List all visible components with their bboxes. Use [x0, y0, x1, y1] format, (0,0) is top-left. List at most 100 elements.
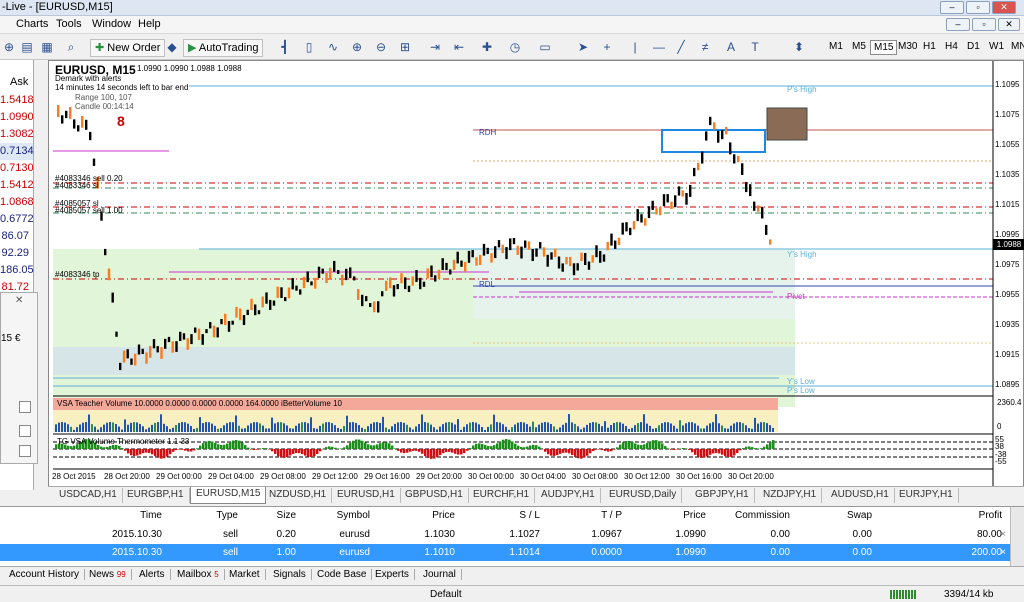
market-watch-ask-price[interactable]: 1.0868: [0, 194, 34, 211]
crosshair-settings-icon[interactable]: ⊕: [0, 38, 18, 56]
market-watch-icon[interactable]: ▤: [18, 38, 36, 56]
chart-tab[interactable]: EURUSD,M15: [190, 487, 267, 504]
chart-tab[interactable]: GBPJPY,H1: [690, 488, 755, 503]
chart-tab[interactable]: NZDUSD,H1: [264, 488, 333, 503]
cursor-icon[interactable]: ➤: [574, 38, 592, 56]
column-header[interactable]: T / P: [542, 509, 622, 525]
periods-icon[interactable]: ◷: [506, 38, 524, 56]
column-header[interactable]: Symbol: [290, 509, 370, 525]
tab-alerts[interactable]: Alerts: [134, 569, 171, 580]
scroll-button[interactable]: [19, 425, 31, 437]
trade-row[interactable]: 2015.10.30 19:37:04sell0.20eurusd1.10301…: [0, 526, 1010, 557]
timeframe-h1[interactable]: H1: [920, 40, 939, 53]
menu-tools[interactable]: Tools: [56, 18, 82, 30]
timeframe-mn[interactable]: MN: [1008, 40, 1024, 53]
tab-market[interactable]: Market: [224, 569, 266, 580]
chart-tab[interactable]: EURUSD,Daily: [604, 488, 683, 503]
column-header[interactable]: Swap: [792, 509, 872, 525]
line-chart-icon[interactable]: ∿: [324, 38, 342, 56]
menu-window[interactable]: Window: [92, 18, 131, 30]
chart-tab[interactable]: GBPUSD,H1: [400, 488, 469, 503]
zoom-out-icon[interactable]: ⊖: [372, 38, 390, 56]
tab-mailbox[interactable]: Mailbox 5: [172, 569, 225, 580]
data-window-icon[interactable]: ▦: [38, 38, 56, 56]
crosshair-icon[interactable]: +: [598, 38, 616, 56]
child-minimize-button[interactable]: –: [946, 18, 970, 31]
horizontal-line-icon[interactable]: —: [650, 38, 668, 56]
column-header[interactable]: S / L: [460, 509, 540, 525]
metaeditor-icon[interactable]: ◆: [163, 38, 181, 56]
close-order-icon[interactable]: ×: [994, 526, 1006, 543]
text-label-icon[interactable]: T: [746, 38, 764, 56]
indicators-icon[interactable]: ✚: [478, 38, 496, 56]
market-watch-ask-price[interactable]: 1.3082: [0, 126, 34, 143]
chart-tab[interactable]: AUDJPY,H1: [536, 488, 601, 503]
chart-window[interactable]: EURUSD, M15 1.0990 1.0990 1.0988 1.0988 …: [48, 60, 1024, 491]
arrows-icon[interactable]: ⬍: [790, 38, 808, 56]
tab-signals[interactable]: Signals: [268, 569, 312, 580]
chart-tab[interactable]: USDCAD,H1: [54, 488, 123, 503]
text-icon[interactable]: A: [722, 38, 740, 56]
column-header[interactable]: Time: [82, 509, 162, 525]
chart-tab[interactable]: EURGBP,H1: [122, 488, 190, 503]
tab-news[interactable]: News 99: [84, 569, 132, 580]
column-header[interactable]: Price: [626, 509, 706, 525]
channel-icon[interactable]: ≠: [696, 38, 714, 56]
column-header[interactable]: Profit: [922, 509, 1002, 525]
vertical-line-icon[interactable]: |: [626, 38, 644, 56]
terminal-scrollbar[interactable]: [1010, 507, 1024, 567]
close-button[interactable]: ✕: [992, 1, 1016, 14]
market-watch-ask-price[interactable]: 1.5412: [0, 177, 34, 194]
price-chart[interactable]: [49, 61, 1024, 491]
bar-chart-icon[interactable]: ┫: [276, 38, 294, 56]
new-order-button[interactable]: ✚ New Order: [90, 39, 166, 57]
trade-row[interactable]: 2015.10.30 21:30:22sell1.00eurusd1.10101…: [0, 544, 1010, 575]
market-watch-ask-price[interactable]: 0.7134: [0, 143, 34, 160]
candlestick-icon[interactable]: ▯: [300, 38, 318, 56]
timeframe-m5[interactable]: M5: [849, 40, 869, 53]
timeframe-d1[interactable]: D1: [964, 40, 983, 53]
auto-scroll-icon[interactable]: ⇥: [426, 38, 444, 56]
market-watch-ask-price[interactable]: 186.05: [0, 262, 34, 279]
chart-tab[interactable]: EURJPY,H1: [894, 488, 959, 503]
chart-tab[interactable]: AUDUSD,H1: [826, 488, 895, 503]
scroll-button[interactable]: [19, 445, 31, 457]
menu-help[interactable]: Help: [138, 18, 161, 30]
templates-icon[interactable]: ▭: [536, 38, 554, 56]
menu-charts[interactable]: Charts: [16, 18, 48, 30]
column-header[interactable]: Size: [216, 509, 296, 525]
tab-experts[interactable]: Experts: [370, 569, 415, 580]
market-watch-ask-price[interactable]: 1.5418: [0, 92, 34, 109]
market-watch-ask-price[interactable]: 0.6772: [0, 211, 34, 228]
timeframe-m1[interactable]: M1: [826, 40, 846, 53]
market-watch-ask-price[interactable]: 92.29: [0, 245, 33, 262]
maximize-button[interactable]: ▫: [966, 1, 990, 14]
column-header[interactable]: Commission: [710, 509, 790, 525]
timeframe-m15[interactable]: M15: [870, 40, 898, 55]
close-order-icon[interactable]: ×: [994, 544, 1006, 561]
autotrading-button[interactable]: ▶ AutoTrading: [183, 39, 264, 57]
chart-shift-icon[interactable]: ⇤: [450, 38, 468, 56]
market-watch-ask-price[interactable]: 1.0990: [0, 109, 34, 126]
tab-account-history[interactable]: Account History: [4, 569, 86, 580]
chart-tab[interactable]: NZDJPY,H1: [758, 488, 823, 503]
chart-tab[interactable]: EURUSD,H1: [332, 488, 401, 503]
market-watch-ask-price[interactable]: 0.7130: [0, 160, 34, 177]
chart-tab[interactable]: EURCHF,H1: [468, 488, 536, 503]
tab-code-base[interactable]: Code Base: [312, 569, 373, 580]
zoom-in-icon[interactable]: ⊕: [348, 38, 366, 56]
child-close-button[interactable]: ✕: [998, 18, 1020, 31]
column-header[interactable]: Price: [375, 509, 455, 525]
market-watch-ask-price[interactable]: 86.07: [0, 228, 33, 245]
navigator-close-icon[interactable]: ✕: [15, 295, 23, 306]
navigator-icon[interactable]: ⌕: [62, 38, 80, 56]
tab-journal[interactable]: Journal: [418, 569, 462, 580]
scroll-button[interactable]: [19, 401, 31, 413]
child-restore-button[interactable]: ▫: [972, 18, 996, 31]
tile-windows-icon[interactable]: ⊞: [396, 38, 414, 56]
timeframe-h4[interactable]: H4: [942, 40, 961, 53]
timeframe-m30[interactable]: M30: [895, 40, 920, 53]
minimize-button[interactable]: –: [940, 1, 964, 14]
trendline-icon[interactable]: ╱: [672, 38, 690, 56]
timeframe-w1[interactable]: W1: [986, 40, 1007, 53]
